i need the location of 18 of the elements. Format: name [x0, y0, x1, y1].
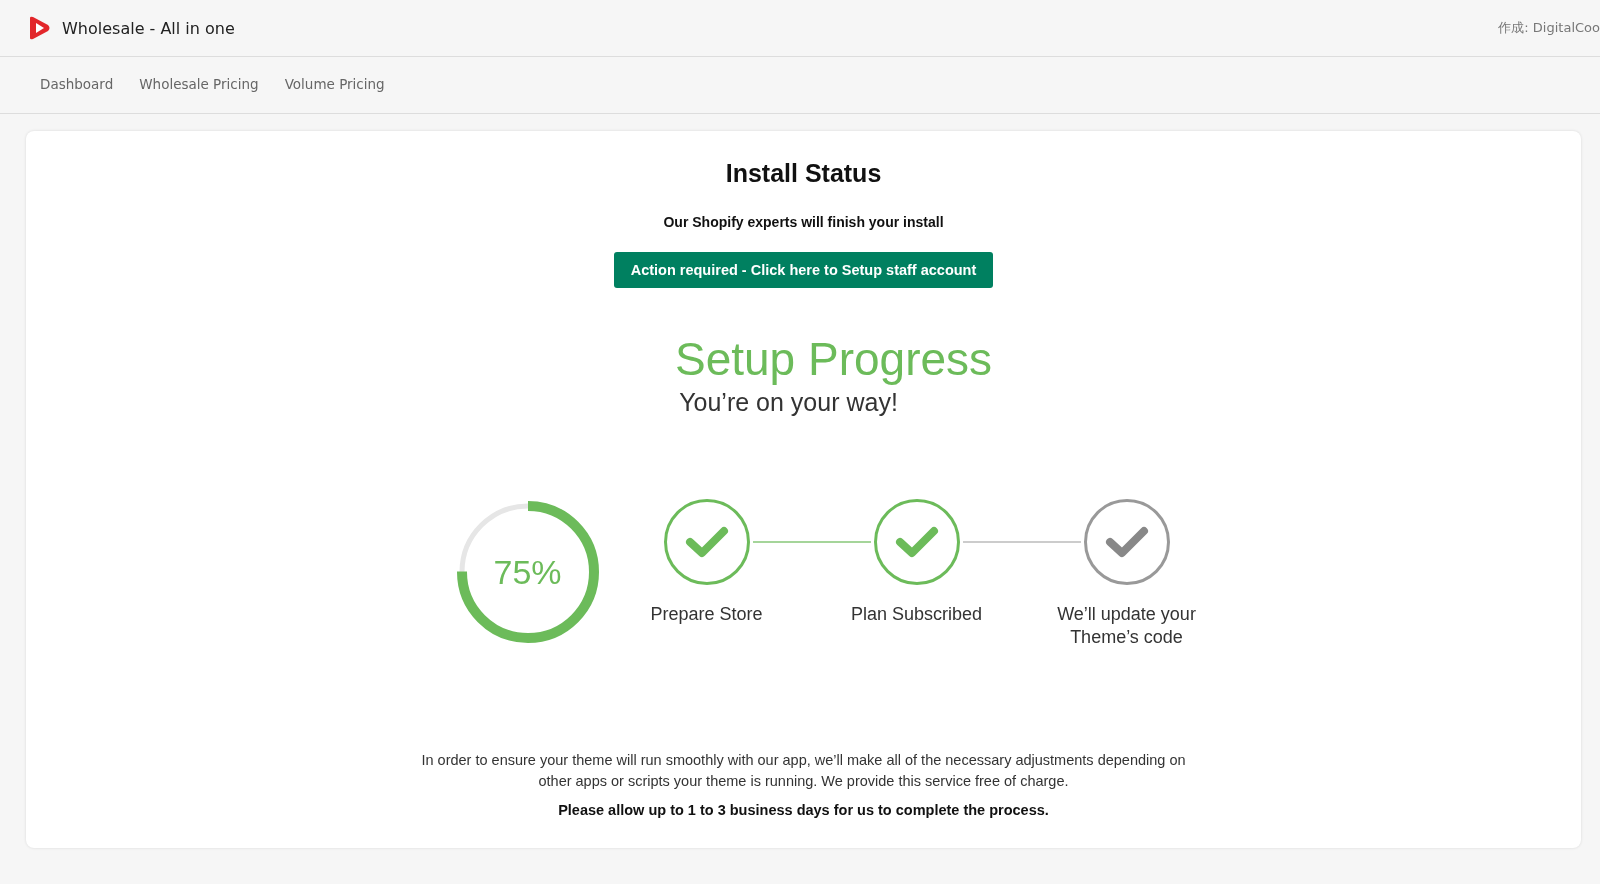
app-title: Wholesale - All in one	[62, 18, 236, 38]
nav-tab[interactable]: Volume Pricing	[274, 70, 395, 100]
checkmark-icon	[1104, 525, 1149, 559]
setup-staff-account-button[interactable]: Action required - Click here to Setup staff account	[613, 252, 994, 288]
author-label: 作成: DigitalCoo	[1498, 19, 1600, 37]
nav-tab[interactable]: Dashboard	[30, 70, 124, 100]
card-subtitle: Our Shopify experts will finish your install	[663, 214, 944, 230]
description-text: In order to ensure your theme will run smoothly with our app, we’ll make all of the necessary adjustments depending on other apps or scripts your theme is running. We provide this service free of charge.	[420, 751, 1187, 791]
progress-heading: Setup Progress	[674, 332, 993, 386]
checkmark-icon	[894, 525, 939, 559]
progress-tagline: You’re on your way!	[679, 388, 898, 417]
card-title: Install Status	[725, 159, 882, 188]
step-label: We’ll update your Theme’s code	[1056, 603, 1197, 649]
step-label: Plan Subscribed	[849, 603, 984, 626]
step-label: Prepare Store	[649, 603, 764, 626]
timeline-note: Please allow up to 1 to 3 business days for us to complete the process.	[558, 802, 1049, 818]
nav-tab[interactable]: Wholesale Pricing	[129, 70, 269, 100]
checkmark-icon	[684, 525, 729, 559]
